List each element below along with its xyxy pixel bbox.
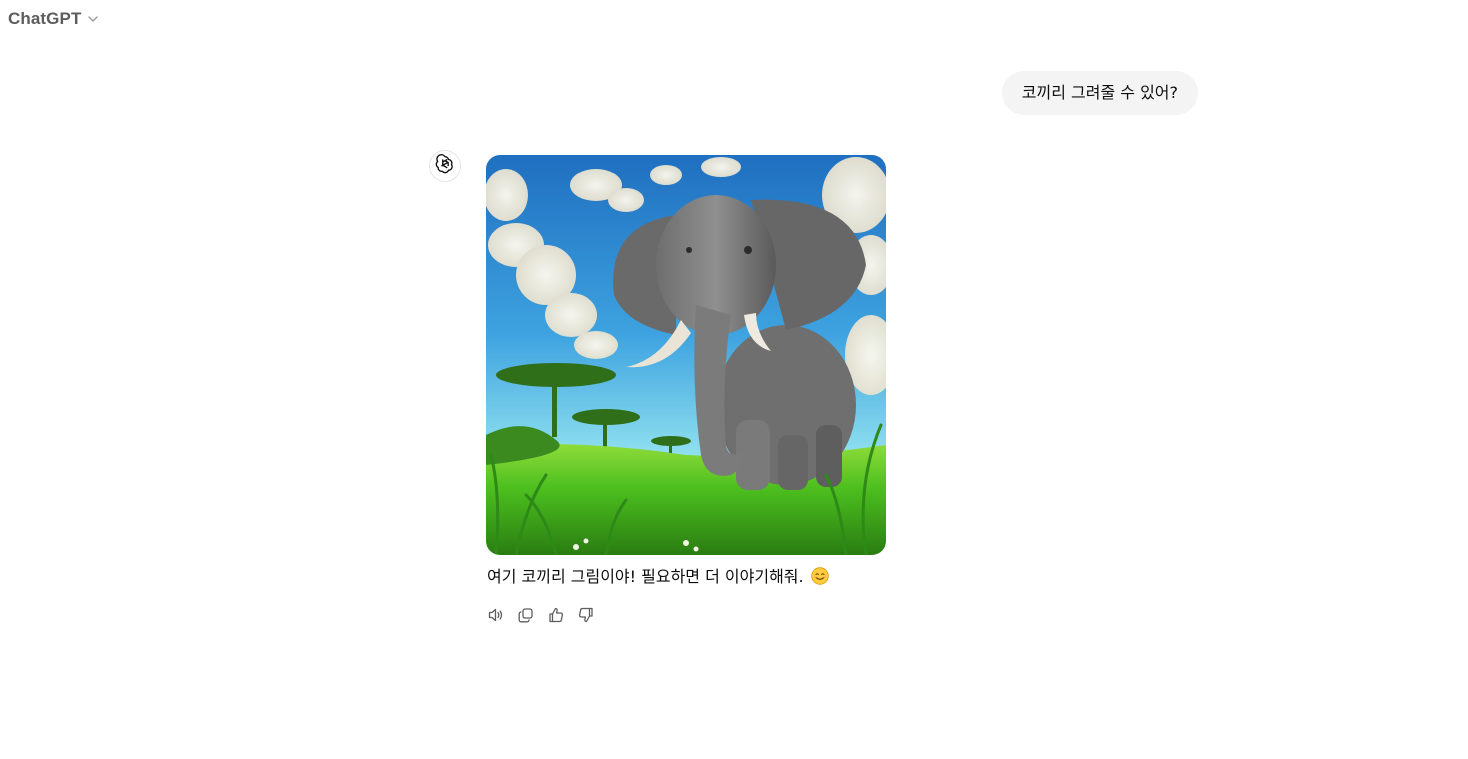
thumbs-up-icon (547, 606, 565, 629)
assistant-message-body: 여기 코끼리 그림이야! 필요하면 더 이야기해줘. (487, 567, 804, 586)
speaker-icon (487, 606, 505, 629)
message-actions (484, 604, 598, 630)
elephant-illustration (486, 155, 886, 555)
generated-image[interactable] (486, 155, 886, 555)
user-message-bubble: 코끼리 그려줄 수 있어? (1001, 71, 1198, 115)
copy-icon (517, 606, 535, 629)
assistant-avatar (429, 150, 461, 182)
user-message-row: 코끼리 그려줄 수 있어? (1001, 71, 1198, 115)
thumbs-down-icon (577, 606, 595, 629)
model-switcher[interactable]: ChatGPT (8, 9, 99, 29)
bad-response-button[interactable] (574, 604, 598, 630)
good-response-button[interactable] (544, 604, 568, 630)
chevron-down-icon (87, 13, 99, 25)
assistant-message-text: 여기 코끼리 그림이야! 필요하면 더 이야기해줘. (487, 566, 829, 588)
smiling-face-emoji (811, 567, 829, 585)
read-aloud-button[interactable] (484, 604, 508, 630)
chat-window: ChatGPT 코끼리 그려줄 수 있어? 여기 코끼리 그림이야! 필요하면 … (0, 0, 1468, 759)
copy-button[interactable] (514, 604, 538, 630)
openai-logo-icon (435, 153, 455, 179)
model-name: ChatGPT (8, 9, 82, 28)
